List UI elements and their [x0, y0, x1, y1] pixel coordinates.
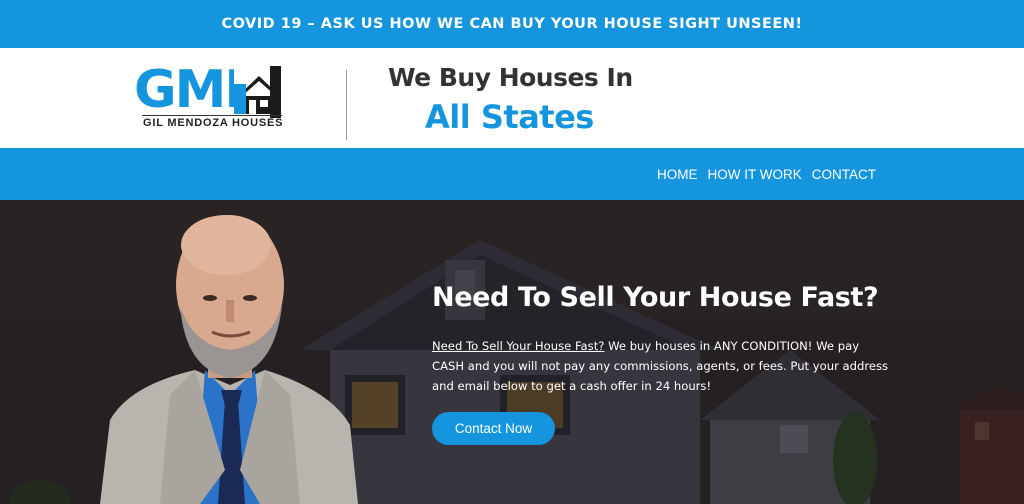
nav-item-how-it-work[interactable]: HOW IT WORK — [708, 167, 802, 182]
tagline-line1: We Buy Houses In — [388, 63, 633, 92]
logo-divider — [142, 115, 282, 116]
main-nav: HOME HOW IT WORK CONTACT — [657, 148, 876, 200]
contact-now-button[interactable]: Contact Now — [432, 412, 555, 445]
hero-lead-link[interactable]: Need To Sell Your House Fast? — [432, 339, 604, 353]
announcement-bar: COVID 19 – ASK US HOW WE CAN BUY YOUR HO… — [0, 0, 1024, 48]
house-logo-icon — [234, 66, 284, 118]
nav-item-contact[interactable]: CONTACT — [812, 167, 876, 182]
hero-description: Need To Sell Your House Fast? We buy hou… — [432, 336, 894, 396]
hero-section: Need To Sell Your House Fast? Need To Se… — [0, 200, 1024, 504]
announcement-text: COVID 19 – ASK US HOW WE CAN BUY YOUR HO… — [221, 16, 803, 32]
nav-item-home[interactable]: HOME — [657, 167, 698, 182]
tagline-line2: All States — [425, 98, 594, 136]
logo-subtitle: GIL MENDOZA HOUSES — [143, 117, 284, 129]
agent-portrait-image — [100, 215, 358, 504]
nav-bar: HOME HOW IT WORK CONTACT — [0, 148, 1024, 200]
site-header: GMH GIL MENDOZA HOUSES We Buy Houses In … — [0, 48, 1024, 148]
logo[interactable]: GMH GIL MENDOZA HOUSES — [134, 62, 284, 132]
hero-title: Need To Sell Your House Fast? — [432, 282, 879, 313]
header-divider — [346, 70, 347, 140]
